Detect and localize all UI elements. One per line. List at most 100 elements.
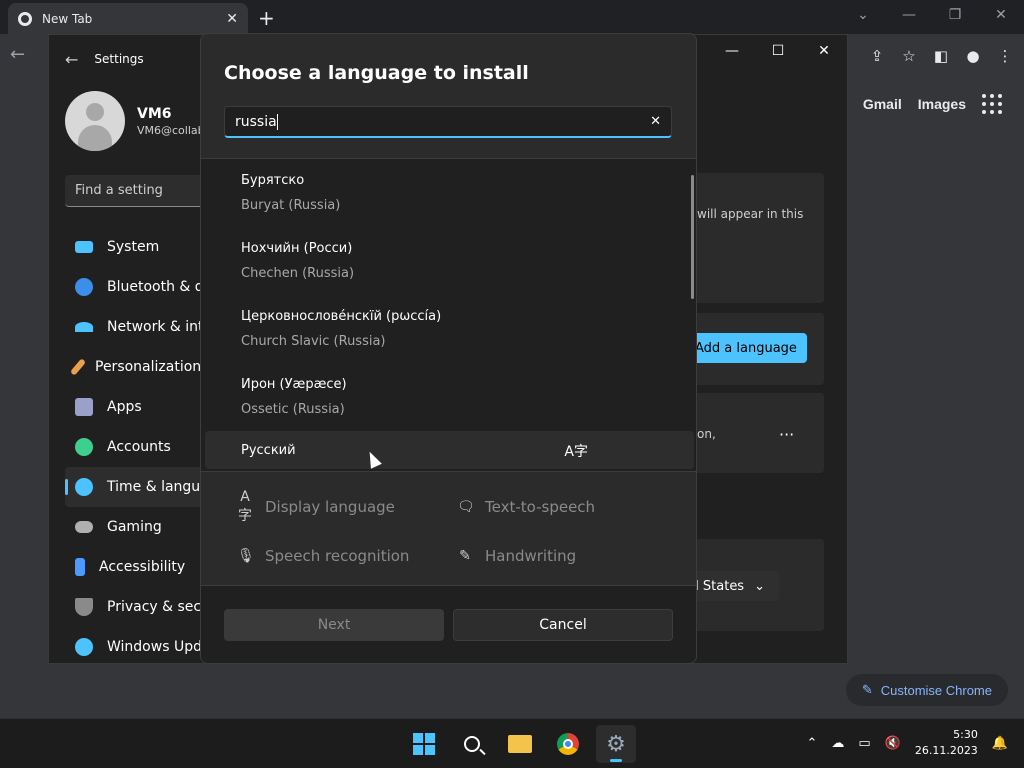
feature-display-language: A字 Display language xyxy=(238,489,395,524)
list-item[interactable]: Церковнослове́нскїй (рѡссі́а) Church Sla… xyxy=(201,295,696,363)
taskbar-apps: ⚙ xyxy=(404,725,636,763)
network-icon[interactable]: ▭ xyxy=(858,736,870,751)
onedrive-icon[interactable]: ☁ xyxy=(831,736,844,751)
notification-bell-icon[interactable]: 🔔 xyxy=(992,736,1008,751)
menu-kebab-icon[interactable]: ⋮ xyxy=(994,42,1016,70)
dialog-title: Choose a language to install xyxy=(224,62,529,84)
chrome-tab-strip: New Tab ✕ + ⌄ — ❐ ✕ xyxy=(0,0,1024,34)
chrome-taskbar-button[interactable] xyxy=(548,725,588,763)
taskbar-search-button[interactable] xyxy=(452,725,492,763)
language-english-name: Buryat (Russia) xyxy=(241,198,341,213)
user-profile[interactable]: VM6 VM6@collab xyxy=(65,91,205,151)
gear-icon: ⚙ xyxy=(606,731,626,757)
language-native-name: Ирон (Уæрæсе) xyxy=(241,377,347,392)
restore-icon[interactable]: ❐ xyxy=(932,0,978,30)
feature-speech-recognition: 🎙 Speech recognition xyxy=(237,547,410,565)
settings-back-icon[interactable]: ← xyxy=(65,50,78,69)
settings-window-controls: — ☐ ✕ xyxy=(709,35,847,67)
gmail-link[interactable]: Gmail xyxy=(863,96,902,112)
clock-date: 26.11.2023 xyxy=(914,744,978,757)
language-native-name: Церковнослове́нскїй (рѡссі́а) xyxy=(241,309,442,324)
next-button[interactable]: Next xyxy=(224,609,444,641)
start-button[interactable] xyxy=(404,725,444,763)
bookmark-star-icon[interactable]: ☆ xyxy=(898,42,920,70)
share-icon[interactable]: ⇪ xyxy=(866,42,888,70)
feature-text-to-speech: 🗨 Text-to-speech xyxy=(457,498,596,516)
update-icon xyxy=(75,638,93,656)
settings-close-icon[interactable]: ✕ xyxy=(801,35,847,67)
new-tab-button[interactable]: + xyxy=(258,6,275,30)
tab-search-icon[interactable]: ⌄ xyxy=(840,0,886,30)
list-item[interactable]: Ирон (Уæрæсе) Ossetic (Russia) xyxy=(201,363,696,431)
user-email: VM6@collab xyxy=(137,123,205,137)
language-search-input[interactable]: russia ✕ xyxy=(224,106,672,138)
clock-time: 5:30 xyxy=(953,728,978,741)
settings-minimize-icon[interactable]: — xyxy=(709,35,755,67)
cancel-button[interactable]: Cancel xyxy=(453,609,673,641)
feature-handwriting: ✎ Handwriting xyxy=(457,547,667,565)
ntp-header-links: Gmail Images xyxy=(863,94,1002,114)
system-tray: ⌃ ☁ ▭ 🔇 5:30 26.11.2023 🔔 xyxy=(806,727,1008,759)
text-to-speech-icon: 🗨 xyxy=(457,499,475,515)
add-language-button[interactable]: Add a language xyxy=(689,333,807,363)
globe-icon xyxy=(75,478,93,496)
language-english-name: Ossetic (Russia) xyxy=(241,402,345,417)
search-value: russia xyxy=(235,113,278,130)
volume-muted-icon[interactable]: 🔇 xyxy=(885,736,901,751)
list-scrollbar[interactable] xyxy=(691,175,694,299)
clock[interactable]: 5:30 26.11.2023 xyxy=(915,727,978,759)
customise-chrome-button[interactable]: ✎ Customise Chrome xyxy=(845,674,1008,706)
profile-icon[interactable]: ● xyxy=(962,42,984,70)
file-explorer-button[interactable] xyxy=(500,725,540,763)
handwriting-icon: ✎ xyxy=(459,548,471,564)
user-name: VM6 xyxy=(137,105,172,122)
more-options-icon[interactable]: ··· xyxy=(779,425,794,444)
google-apps-icon[interactable] xyxy=(982,94,1002,114)
tab-title: New Tab xyxy=(42,11,93,26)
gamepad-icon xyxy=(75,521,93,533)
display-language-icon: A字 xyxy=(238,489,252,524)
language-entry-text: on, xyxy=(697,427,716,441)
clear-search-icon[interactable]: ✕ xyxy=(650,114,661,129)
taskbar: ⚙ ⌃ ☁ ▭ 🔇 5:30 26.11.2023 🔔 xyxy=(0,718,1024,768)
search-icon xyxy=(464,736,480,752)
pencil-icon: ✎ xyxy=(861,682,873,697)
language-english-name: Church Slavic (Russia) xyxy=(241,334,386,349)
toolbar-actions: ⇪ ☆ ◧ ● ⋮ xyxy=(866,42,1016,70)
chrome-favicon-icon xyxy=(18,11,32,26)
region-value: d States xyxy=(690,578,745,594)
language-native-name: Русский xyxy=(241,442,296,458)
dialog-footer: Next Cancel xyxy=(201,585,696,663)
settings-header: ← Settings xyxy=(49,35,144,83)
choose-language-dialog: Choose a language to install russia ✕ Бу… xyxy=(200,33,697,664)
monitor-icon xyxy=(75,241,93,253)
settings-taskbar-button[interactable]: ⚙ xyxy=(596,725,636,763)
folder-icon xyxy=(508,735,532,753)
chevron-up-icon[interactable]: ⌃ xyxy=(806,736,817,751)
chrome-icon xyxy=(557,733,579,755)
minimize-icon[interactable]: — xyxy=(886,0,932,30)
wifi-icon xyxy=(75,322,93,332)
language-results-list: Бурятско Buryat (Russia) Нохчийн (Росси)… xyxy=(201,158,696,472)
windows-logo-icon xyxy=(413,733,435,755)
chevron-down-icon: ⌄ xyxy=(754,578,765,594)
browser-window-controls: ⌄ — ❐ ✕ xyxy=(840,0,1024,30)
close-tab-icon[interactable]: ✕ xyxy=(226,11,238,27)
language-native-name: Нохчийн (Росси) xyxy=(241,241,353,256)
apps-icon xyxy=(75,398,93,416)
browser-tab[interactable]: New Tab ✕ xyxy=(8,3,248,34)
brush-icon xyxy=(69,358,87,376)
close-window-icon[interactable]: ✕ xyxy=(978,0,1024,30)
settings-maximize-icon[interactable]: ☐ xyxy=(755,35,801,67)
customise-label: Customise Chrome xyxy=(880,682,992,698)
list-item[interactable]: Нохчийн (Росси) Chechen (Russia) xyxy=(201,227,696,295)
list-item-highlighted[interactable]: Русский A字 xyxy=(205,431,694,469)
settings-title: Settings xyxy=(94,52,144,66)
appear-text: will appear in this xyxy=(697,207,804,221)
side-panel-icon[interactable]: ◧ xyxy=(930,42,952,70)
images-link[interactable]: Images xyxy=(918,96,966,112)
language-features: A字 Display language 🗨 Text-to-speech 🎙 Spee… xyxy=(237,489,667,565)
back-arrow-icon[interactable]: ← xyxy=(10,44,25,65)
language-native-name: Бурятско xyxy=(241,173,305,188)
list-item[interactable]: Бурятско Buryat (Russia) xyxy=(201,159,696,227)
